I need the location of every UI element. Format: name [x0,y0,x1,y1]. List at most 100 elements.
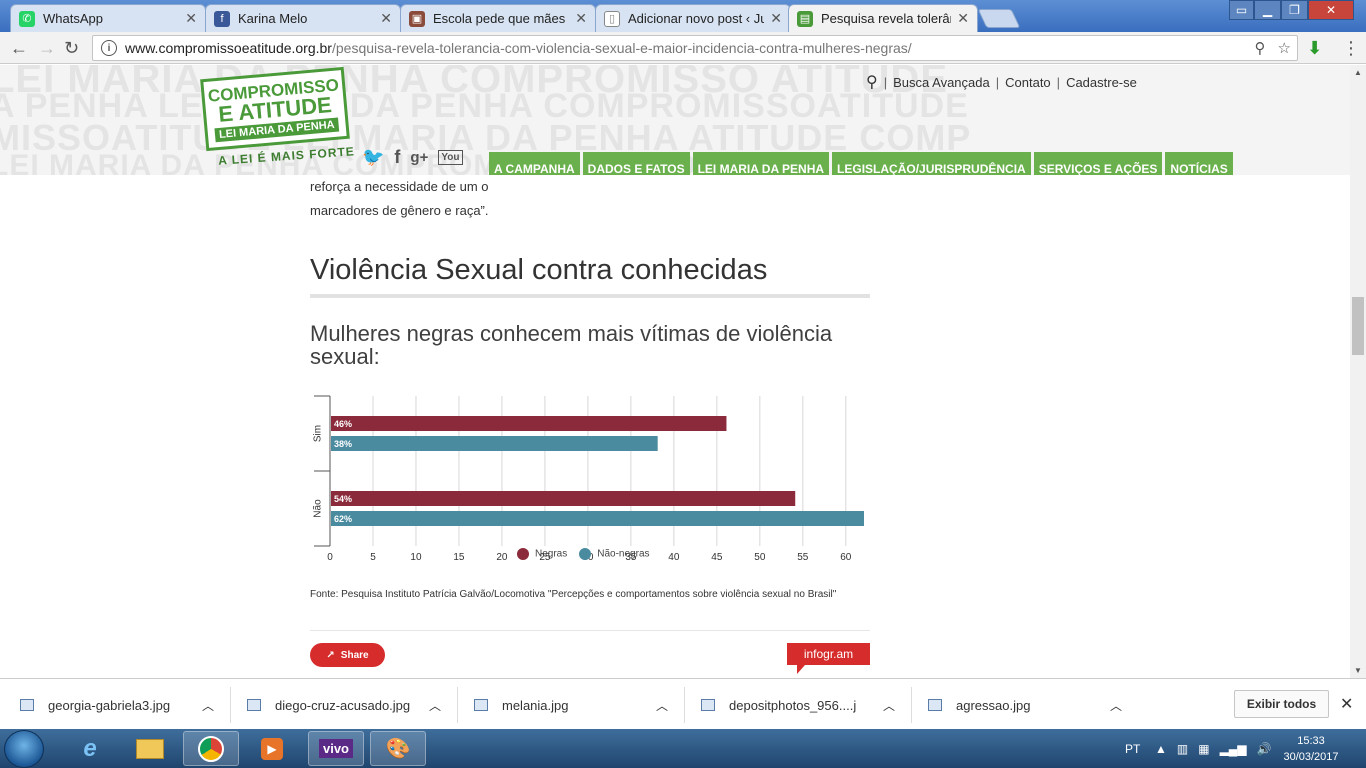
legend-item-negras[interactable]: Negras [517,548,567,560]
close-icon[interactable]: ✕ [1340,694,1353,714]
nav-servicos-e-acoes[interactable]: SERVIÇOS E AÇÕES [1033,152,1163,175]
bar [331,511,864,526]
social-links: 🐦 f g+ You [362,147,463,168]
media-icon[interactable]: ▶ [244,731,300,766]
legend-item-nao-negras[interactable]: Não-negras [579,548,650,560]
tab-whatsapp[interactable]: ✆ WhatsApp ✕ [10,4,206,32]
url-path: /pesquisa-revela-tolerancia-com-violenci… [331,40,912,56]
nav-a-campanha[interactable]: A CAMPANHA [489,152,580,175]
new-tab-button[interactable] [977,9,1021,28]
link-cadastre-se[interactable]: Cadastre-se [1066,75,1137,90]
bar-chart: 051015202530354045505560Sim46%38%Não54%6… [313,395,864,563]
link-contato[interactable]: Contato [1005,75,1051,90]
download-item[interactable]: melania.jpg ︿ [474,693,674,717]
download-item[interactable]: diego-cruz-acusado.jpg ︿ [247,693,447,717]
source-divider [310,630,870,631]
explorer-icon[interactable] [122,731,178,766]
separator: | [995,74,1000,90]
separator [230,687,231,723]
intro-line: reforça a necessidade de um o [310,179,489,194]
site-icon: ▤ [797,10,813,27]
back-icon[interactable]: ← [10,38,28,59]
nav-lei-maria-da-penha[interactable]: LEI MARIA DA PENHA [692,152,830,175]
device-icon[interactable]: ▦ [1198,742,1209,756]
bookmark-star-icon[interactable]: ☆ [1278,39,1291,57]
chevron-up-icon[interactable]: ︿ [202,697,214,714]
separator: | [1056,74,1061,90]
system-tray: ▲ ▥ ▦ ▂▄▆ 🔊 [1155,729,1272,768]
download-item[interactable]: depositphotos_956....j ︿ [701,693,901,717]
chevron-up-icon[interactable]: ︿ [1110,697,1122,714]
network-icon[interactable]: ▥ [1177,742,1188,756]
scroll-down-icon[interactable]: ▼ [1354,666,1362,675]
vivo-icon[interactable]: vivo [308,731,364,766]
facebook-icon[interactable]: f [394,147,400,168]
minimize-icon[interactable]: ▁ [1254,0,1281,20]
menu-icon[interactable]: ⋮ [1342,38,1360,59]
zoom-icon[interactable]: ⚲ [1255,39,1266,57]
x-tick-label: 55 [797,552,809,563]
chrome-icon[interactable] [183,731,239,766]
info-icon[interactable]: i [101,40,117,56]
window-close-icon[interactable]: ✕ [1308,0,1354,20]
tray-expand-icon[interactable]: ▲ [1155,742,1167,756]
address-bar[interactable]: i www.compromissoeatitude.org.br/pesquis… [92,35,1298,61]
tab-facebook[interactable]: f Karina Melo ✕ [205,4,401,32]
show-all-downloads-button[interactable]: Exibir todos [1234,690,1329,718]
volume-icon[interactable]: 🔊 [1257,742,1272,756]
close-icon[interactable]: ✕ [185,10,197,27]
nav-legislacao[interactable]: LEGISLAÇÃO/JURISPRUDÊNCIA [832,152,1031,175]
googleplus-icon[interactable]: g+ [410,149,428,166]
document-icon: ▯ [604,10,620,27]
tab-title: Pesquisa revela tolerânci [821,11,951,26]
clock-time: 15:33 [1297,735,1325,747]
legend-label: Negras [535,548,568,560]
share-button[interactable]: ↗ Share [310,643,385,667]
signal-icon[interactable]: ▂▄▆ [1220,742,1247,756]
scroll-up-icon[interactable]: ▲ [1354,68,1362,77]
search-icon[interactable]: ⚲ [866,72,878,92]
tab-escola[interactable]: ▣ Escola pede que mães b ✕ [400,4,596,32]
infogram-link[interactable]: infogr.am [787,643,870,674]
twitter-icon[interactable]: 🐦 [362,147,384,168]
link-busca-avancada[interactable]: Busca Avançada [893,75,990,90]
x-tick-label: 50 [754,552,766,563]
article-intro: reforça a necessidade de um o marcadores… [310,175,870,223]
page-scrollbar[interactable]: ▲ ▼ [1350,65,1366,678]
bar-value-label: 54% [334,494,352,504]
x-tick-label: 40 [668,552,680,563]
x-tick-label: 0 [327,552,333,563]
download-arrow-icon[interactable]: ⬇ [1307,38,1322,59]
site-header: LEI MARIA DA PENHA COMPROMISSO ATITUDE A… [0,65,1350,175]
site-logo[interactable]: COMPROMISSO E ATITUDE LEI MARIA DA PENHA [200,66,350,152]
reload-icon[interactable]: ↻ [64,38,79,59]
paint-icon[interactable]: 🎨 [370,731,426,766]
close-icon[interactable]: ✕ [957,10,969,27]
system-clock[interactable]: 15:33 30/03/2017 [1278,733,1344,765]
scroll-thumb[interactable] [1352,297,1364,355]
language-indicator[interactable]: PT [1125,729,1140,768]
chevron-up-icon[interactable]: ︿ [883,697,895,714]
download-item[interactable]: georgia-gabriela3.jpg ︿ [20,693,220,717]
nav-dados-e-fatos[interactable]: DADOS E FATOS [582,152,690,175]
share-icon: ↗ [326,649,335,661]
tab-adicionar-post[interactable]: ▯ Adicionar novo post ‹ Ju ✕ [595,4,791,32]
windows-taskbar: e ▶ vivo 🎨 PT ▲ ▥ ▦ ▂▄▆ 🔊 15:33 30/03/20… [0,729,1366,768]
bar-value-label: 62% [334,514,352,524]
chevron-up-icon[interactable]: ︿ [656,697,668,714]
download-item[interactable]: agressao.jpg ︿ [928,693,1128,717]
nav-noticias[interactable]: NOTÍCIAS [1165,152,1233,175]
close-icon[interactable]: ✕ [770,10,782,27]
forward-icon[interactable]: → [38,38,56,59]
tab-pesquisa-active[interactable]: ▤ Pesquisa revela tolerânci ✕ [788,4,978,32]
start-button[interactable] [4,730,44,768]
user-icon[interactable]: ▭ [1229,0,1254,20]
chevron-up-icon[interactable]: ︿ [429,697,441,714]
tab-title: Escola pede que mães b [433,11,570,26]
vivo-label: vivo [318,739,353,758]
youtube-icon[interactable]: You [438,150,463,165]
ie-icon[interactable]: e [62,731,118,766]
maximize-icon[interactable]: ❐ [1281,0,1308,20]
close-icon[interactable]: ✕ [380,10,392,27]
close-icon[interactable]: ✕ [575,10,587,27]
